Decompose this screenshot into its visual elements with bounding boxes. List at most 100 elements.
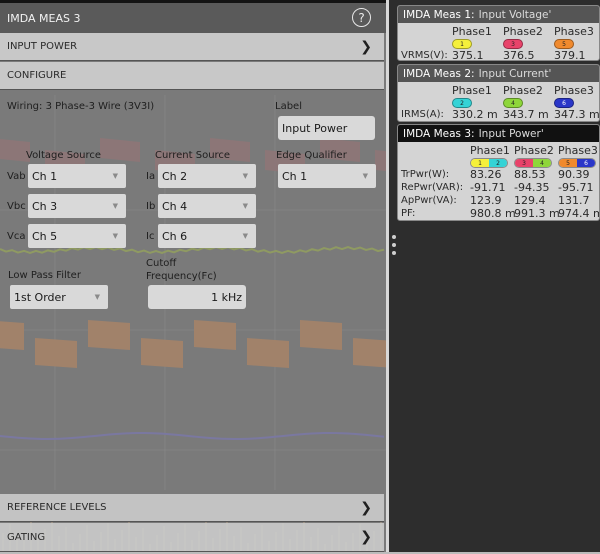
phase3-header: Phase3 <box>558 144 598 157</box>
vrms-phase3: 379.1 <box>554 49 586 61</box>
phase2-header: Phase2 <box>503 84 543 97</box>
configuration-panel: IMDA MEAS 3 ? INPUT POWER ❯ CONFIGURE Wi… <box>0 0 386 554</box>
channel-pair-chip: 34 <box>514 158 552 168</box>
channel-chip: 5 <box>554 39 574 49</box>
configure-header[interactable]: CONFIGURE <box>0 62 384 90</box>
help-icon[interactable]: ? <box>352 8 371 27</box>
channel-pair-chip: 56 <box>558 158 596 168</box>
panel-divider[interactable] <box>386 0 389 554</box>
dropdown-arrow-icon: ▼ <box>242 202 248 210</box>
channel-chip-part: 3 <box>515 159 533 167</box>
cutoff-frequency-input[interactable]: 1 kHz <box>148 285 246 309</box>
edge-qualifier-select[interactable]: Ch 1 ▼ <box>278 164 376 188</box>
ib-source-select[interactable]: Ch 4 ▼ <box>158 194 256 218</box>
meas1-title-bar: IMDA Meas 1: Input Voltage' <box>398 6 599 23</box>
repwr-label: RePwr(VAR): <box>401 182 464 193</box>
channel-chip: 4 <box>503 98 523 108</box>
pf-label: PF: <box>401 208 416 219</box>
irms-phase3: 347.3 m <box>554 108 600 121</box>
pf-phase3: 974.4 m <box>558 207 600 220</box>
repwr-phase2: -94.35 <box>514 181 550 194</box>
ic-label: Ic <box>146 231 155 242</box>
pf-phase2: 991.3 m <box>514 207 560 220</box>
trpwr-phase1: 83.26 <box>470 168 502 181</box>
phase1-header: Phase1 <box>452 25 492 38</box>
channel-chip-part: 1 <box>471 159 489 167</box>
vab-source-select[interactable]: Ch 1 ▼ <box>28 164 126 188</box>
channel-chip: 6 <box>554 98 574 108</box>
channel-chip: 2 <box>452 98 472 108</box>
appwr-label: ApPwr(VA): <box>401 195 457 206</box>
low-pass-filter-caption: Low Pass Filter <box>8 270 81 281</box>
edge-qualifier-value: Ch 1 <box>282 169 308 183</box>
vrms-phase2: 376.5 <box>503 49 535 61</box>
meas3-title-bar: IMDA Meas 3: Input Power' <box>398 125 599 142</box>
channel-chip: 1 <box>452 39 472 49</box>
ib-source-value: Ch 4 <box>162 199 188 213</box>
ic-source-value: Ch 6 <box>162 229 188 243</box>
label-caption: Label <box>275 101 302 112</box>
input-power-row[interactable]: INPUT POWER ❯ <box>0 33 384 61</box>
repwr-phase3: -95.71 <box>558 181 594 194</box>
repwr-phase1: -91.71 <box>470 181 506 194</box>
meas3-badge[interactable]: IMDA Meas 3: Input Power' Phase1 Phase2 … <box>397 124 600 221</box>
vab-label: Vab <box>7 171 26 182</box>
phase1-header: Phase1 <box>452 84 492 97</box>
voltage-source-caption: Voltage Source <box>26 150 102 161</box>
vbc-source-select[interactable]: Ch 3 ▼ <box>28 194 126 218</box>
wiring-label: Wiring: 3 Phase-3 Wire (3V3I) <box>7 101 155 112</box>
meas1-subtitle: Input Voltage' <box>478 8 552 21</box>
low-pass-filter-select[interactable]: 1st Order ▼ <box>10 285 108 309</box>
appwr-phase1: 123.9 <box>470 194 502 207</box>
meas2-title: IMDA Meas 2: <box>403 67 475 80</box>
vbc-source-value: Ch 3 <box>32 199 58 213</box>
results-panel: IMDA Meas 1: Input Voltage' Phase1 Phase… <box>397 0 600 554</box>
meas2-badge[interactable]: IMDA Meas 2: Input Current' Phase1 Phase… <box>397 64 600 122</box>
panel-title: IMDA MEAS 3 <box>7 11 81 25</box>
channel-pair-chip: 12 <box>470 158 508 168</box>
phase2-header: Phase2 <box>503 25 543 38</box>
low-pass-filter-value: 1st Order <box>14 290 66 304</box>
waveform-segment <box>100 138 140 162</box>
vab-source-value: Ch 1 <box>32 169 58 183</box>
ia-source-value: Ch 2 <box>162 169 188 183</box>
phase1-header: Phase1 <box>470 144 510 157</box>
waveform-segment <box>300 320 342 350</box>
ia-source-select[interactable]: Ch 2 ▼ <box>158 164 256 188</box>
gating-label: GATING <box>7 531 46 543</box>
gating-row[interactable]: GATING ❯ <box>0 523 384 552</box>
waveform-segment <box>194 320 236 350</box>
waveform-segment <box>88 320 130 350</box>
label-input[interactable]: Input Power <box>278 116 375 140</box>
phase3-header: Phase3 <box>554 25 594 38</box>
chevron-right-icon: ❯ <box>360 529 372 545</box>
meas2-subtitle: Input Current' <box>478 67 552 80</box>
dropdown-arrow-icon: ▼ <box>112 232 118 240</box>
phase2-header: Phase2 <box>514 144 554 157</box>
panel-title-bar: IMDA MEAS 3 ? <box>0 3 386 33</box>
waveform-segment <box>353 338 386 368</box>
trpwr-phase3: 90.39 <box>558 168 590 181</box>
waveform-segment <box>0 321 24 350</box>
ic-source-select[interactable]: Ch 6 ▼ <box>158 224 256 248</box>
dropdown-arrow-icon: ▼ <box>242 172 248 180</box>
waveform-segment <box>375 150 386 172</box>
dropdown-arrow-icon: ▼ <box>362 172 368 180</box>
edge-qualifier-caption: Edge Qualifier <box>276 150 347 161</box>
waveform-segment <box>247 338 289 368</box>
vrms-label: VRMS(V): <box>401 50 448 61</box>
vca-source-value: Ch 5 <box>32 229 58 243</box>
drag-handle-icon[interactable] <box>392 235 396 255</box>
reference-levels-row[interactable]: REFERENCE LEVELS ❯ <box>0 494 384 522</box>
vca-label: Vca <box>7 231 26 242</box>
vca-source-select[interactable]: Ch 5 ▼ <box>28 224 126 248</box>
channel-chip: 3 <box>503 39 523 49</box>
channel-chip-part: 5 <box>559 159 577 167</box>
configure-label: CONFIGURE <box>7 70 67 81</box>
cutoff-caption-line1: Cutoff <box>146 258 177 269</box>
appwr-phase3: 131.7 <box>558 194 590 207</box>
current-source-caption: Current Source <box>155 150 231 161</box>
vbc-label: Vbc <box>7 201 26 212</box>
chevron-right-icon: ❯ <box>360 500 372 516</box>
meas1-badge[interactable]: IMDA Meas 1: Input Voltage' Phase1 Phase… <box>397 5 600 61</box>
